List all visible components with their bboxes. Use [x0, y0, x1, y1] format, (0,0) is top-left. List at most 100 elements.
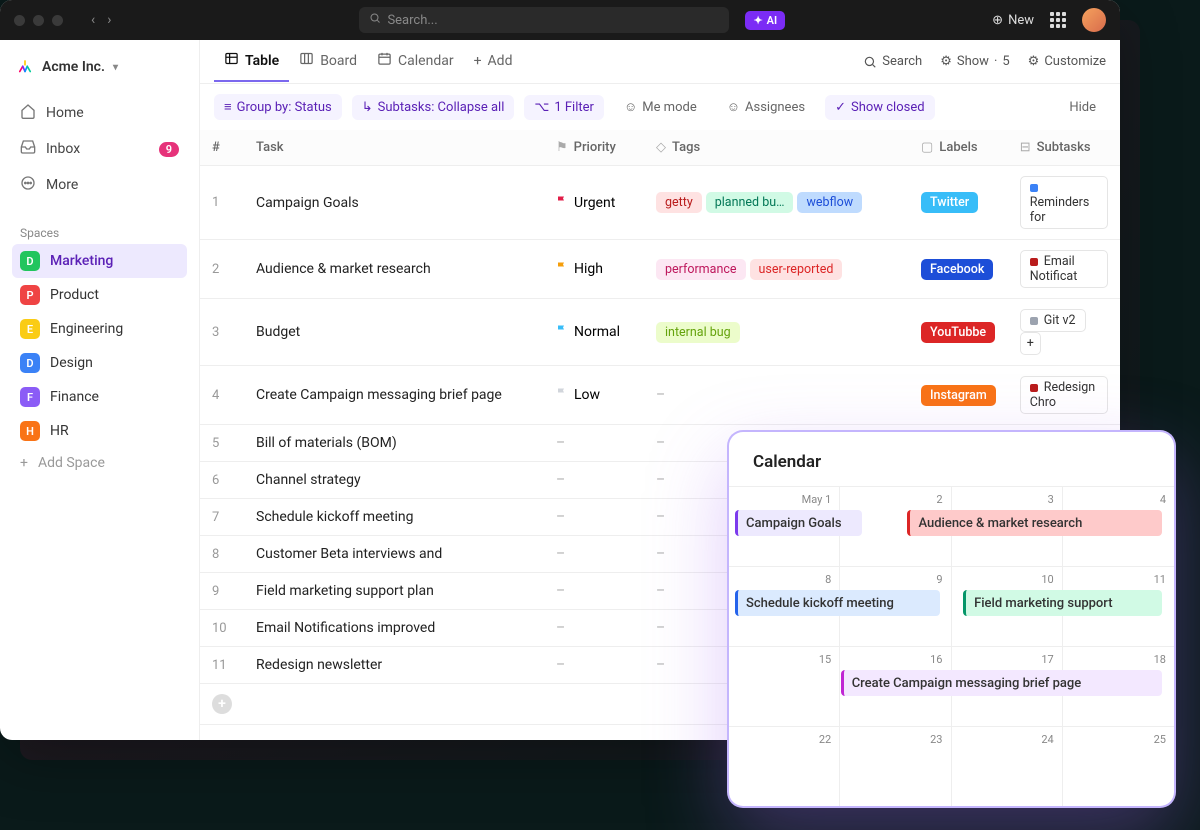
labels-cell[interactable]: YouTubbe [909, 299, 1008, 366]
nav-item-inbox[interactable]: Inbox9 [12, 132, 187, 166]
tags-cell[interactable]: performanceuser-reported [644, 240, 909, 299]
priority-cell[interactable]: – [544, 425, 644, 462]
priority-cell[interactable]: – [544, 462, 644, 499]
tag[interactable]: getty [656, 192, 702, 213]
subtasks-chip[interactable]: ↳ Subtasks: Collapse all [352, 95, 515, 120]
tag[interactable]: webflow [797, 192, 862, 213]
tag[interactable]: internal bug [656, 322, 740, 343]
calendar-cell[interactable]: 24 [952, 726, 1063, 806]
me-mode-chip[interactable]: ☺ Me mode [614, 94, 707, 120]
assignees-chip[interactable]: ☺ Assignees [717, 94, 815, 120]
space-item-marketing[interactable]: DMarketing [12, 244, 187, 278]
priority-cell[interactable]: Low [544, 366, 644, 425]
label[interactable]: Facebook [921, 259, 993, 280]
search-input[interactable]: Search... [359, 7, 729, 33]
ai-button[interactable]: ✦ AI [745, 11, 785, 30]
calendar-cell[interactable]: 15 [729, 646, 840, 726]
nav-item-more[interactable]: More [12, 168, 187, 202]
show-button[interactable]: ⚙ Show · 5 [940, 54, 1009, 69]
labels-cell[interactable]: Instagram [909, 366, 1008, 425]
forward-button[interactable]: › [107, 12, 111, 28]
priority-cell[interactable]: – [544, 610, 644, 647]
tab-add[interactable]: +Add [464, 41, 523, 82]
task-name[interactable]: Field marketing support plan [244, 573, 544, 610]
space-item-product[interactable]: PProduct [12, 278, 187, 312]
space-item-finance[interactable]: FFinance [12, 380, 187, 414]
subtask-link[interactable]: Reminders for [1020, 176, 1108, 229]
subtask-link[interactable]: Email Notificat [1020, 250, 1108, 288]
calendar-cell[interactable]: 23 [840, 726, 951, 806]
subtasks-cell[interactable]: Email Notificat [1008, 240, 1120, 299]
col-number[interactable]: # [200, 130, 244, 166]
calendar-event[interactable]: Create Campaign messaging brief page [841, 670, 1163, 696]
tags-cell[interactable]: internal bug [644, 299, 909, 366]
task-name[interactable]: Bill of materials (BOM) [244, 425, 544, 462]
tags-cell[interactable]: gettyplanned bu…webflow [644, 166, 909, 240]
back-button[interactable]: ‹ [91, 12, 95, 28]
labels-cell[interactable]: Facebook [909, 240, 1008, 299]
space-item-design[interactable]: DDesign [12, 346, 187, 380]
space-item-engineering[interactable]: EEngineering [12, 312, 187, 346]
customize-button[interactable]: ⚙ Customize [1028, 54, 1106, 69]
table-row[interactable]: 2 Audience & market research High perfor… [200, 240, 1120, 299]
window-controls[interactable] [14, 15, 63, 26]
col-task[interactable]: Task [244, 130, 544, 166]
tab-calendar[interactable]: Calendar [367, 41, 464, 82]
space-item-hr[interactable]: HHR [12, 414, 187, 448]
label[interactable]: Twitter [921, 192, 978, 213]
tab-board[interactable]: Board [289, 41, 367, 82]
task-name[interactable]: Customer Beta interviews and [244, 536, 544, 573]
group-by-chip[interactable]: ≡ Group by: Status [214, 94, 342, 120]
tab-table[interactable]: Table [214, 41, 289, 82]
avatar[interactable] [1082, 8, 1106, 32]
priority-cell[interactable]: High [544, 240, 644, 299]
close-icon[interactable] [14, 15, 25, 26]
task-name[interactable]: Campaign Goals [244, 166, 544, 240]
show-closed-chip[interactable]: ✓ Show closed [825, 95, 935, 120]
minimize-icon[interactable] [33, 15, 44, 26]
labels-cell[interactable]: Twitter [909, 166, 1008, 240]
col-priority[interactable]: ⚑Priority [544, 130, 644, 166]
new-button[interactable]: ⊕ New [992, 13, 1034, 28]
task-name[interactable]: Channel strategy [244, 462, 544, 499]
workspace-switcher[interactable]: Acme Inc. ▾ [12, 54, 187, 80]
col-tags[interactable]: ◇Tags [644, 130, 909, 166]
table-row[interactable]: 3 Budget Normal internal bug YouTubbe Gi… [200, 299, 1120, 366]
filter-chip[interactable]: ⌥ 1 Filter [524, 95, 604, 120]
priority-cell[interactable]: Urgent [544, 166, 644, 240]
subtask-add[interactable]: + [1020, 332, 1041, 355]
add-row-button[interactable]: + [212, 694, 232, 714]
nav-item-home[interactable]: Home [12, 96, 187, 130]
subtasks-cell[interactable]: Reminders for [1008, 166, 1120, 240]
priority-cell[interactable]: – [544, 536, 644, 573]
priority-cell[interactable]: Normal [544, 299, 644, 366]
calendar-event[interactable]: Campaign Goals [735, 510, 862, 536]
col-subtasks[interactable]: ⊟Subtasks [1008, 130, 1120, 166]
tag[interactable]: performance [656, 259, 746, 280]
apps-icon[interactable] [1050, 12, 1066, 28]
calendar-cell[interactable]: 25 [1063, 726, 1174, 806]
task-name[interactable]: Schedule kickoff meeting [244, 499, 544, 536]
maximize-icon[interactable] [52, 15, 63, 26]
table-row[interactable]: 4 Create Campaign messaging brief page L… [200, 366, 1120, 425]
subtask-link[interactable]: Git v2 [1020, 309, 1086, 332]
calendar-event[interactable]: Audience & market research [907, 510, 1162, 536]
task-name[interactable]: Email Notifications improved [244, 610, 544, 647]
subtask-link[interactable]: Redesign Chro [1020, 376, 1108, 414]
col-labels[interactable]: ▢Labels [909, 130, 1008, 166]
tag[interactable]: user-reported [750, 259, 843, 280]
tags-cell[interactable]: – [644, 366, 909, 425]
label[interactable]: Instagram [921, 385, 996, 406]
task-name[interactable]: Budget [244, 299, 544, 366]
label[interactable]: YouTubbe [921, 322, 995, 343]
calendar-event[interactable]: Schedule kickoff meeting [735, 590, 940, 616]
priority-cell[interactable]: – [544, 499, 644, 536]
task-name[interactable]: Redesign newsletter [244, 647, 544, 684]
add-space-button[interactable]: + Add Space [12, 448, 187, 478]
tag[interactable]: planned bu… [706, 192, 794, 213]
subtasks-cell[interactable]: Git v2 + [1008, 299, 1120, 366]
task-name[interactable]: Audience & market research [244, 240, 544, 299]
priority-cell[interactable]: – [544, 647, 644, 684]
hide-chip[interactable]: Hide [1059, 95, 1106, 120]
calendar-event[interactable]: Field marketing support [963, 590, 1162, 616]
